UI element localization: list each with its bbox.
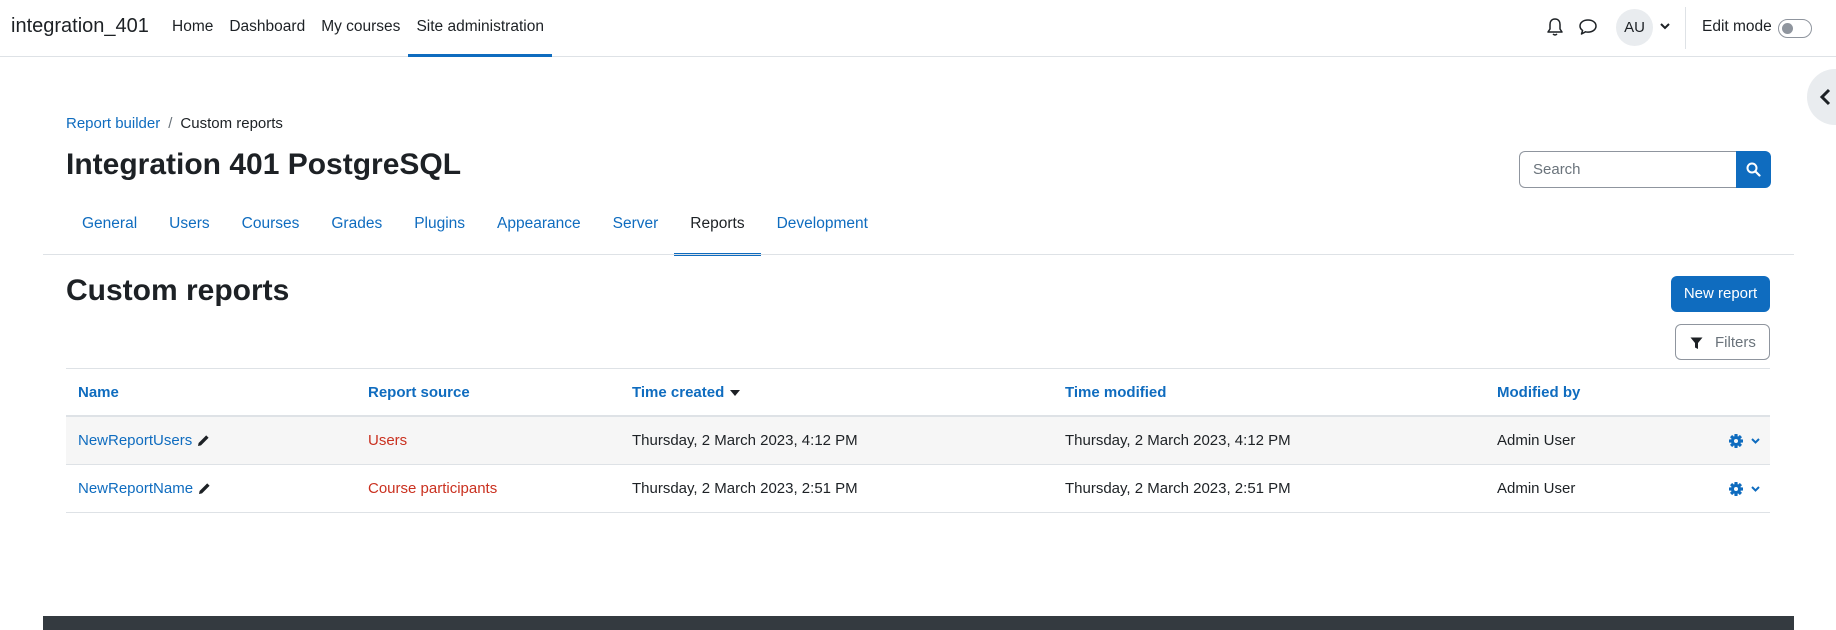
custom-reports-table: Name Report source Time created Time mod… <box>66 368 1770 513</box>
tab-plugins[interactable]: Plugins <box>398 205 481 256</box>
admin-search <box>1519 151 1771 188</box>
time-created-cell: Thursday, 2 March 2023, 4:12 PM <box>632 432 858 449</box>
report-name-cell: NewReportName <box>78 480 211 497</box>
breadcrumb: Report builder / Custom reports <box>66 115 283 132</box>
time-modified-cell: Thursday, 2 March 2023, 4:12 PM <box>1065 432 1291 449</box>
tab-general[interactable]: General <box>66 205 153 256</box>
filters-label: Filters <box>1715 334 1756 351</box>
nav-site-administration[interactable]: Site administration <box>408 0 552 57</box>
search-button[interactable] <box>1736 151 1771 188</box>
filter-icon <box>1690 337 1703 349</box>
report-name-link[interactable]: NewReportUsers <box>78 432 192 449</box>
chevron-left-icon <box>1819 88 1831 106</box>
user-avatar[interactable]: AU <box>1616 9 1653 46</box>
header-time-modified[interactable]: Time modified <box>1065 384 1166 401</box>
table-row: NewReportUsers Users Thursday, 2 March 2… <box>66 417 1770 465</box>
gear-icon[interactable] <box>1728 432 1762 450</box>
header-modified-by[interactable]: Modified by <box>1497 384 1580 401</box>
navbar-divider <box>1685 7 1686 49</box>
tab-users[interactable]: Users <box>153 205 225 256</box>
pencil-icon[interactable] <box>198 482 211 495</box>
sort-desc-icon <box>730 390 741 397</box>
table-header: Name Report source Time created Time mod… <box>66 368 1770 417</box>
toggle-knob <box>1782 23 1793 34</box>
filters-button[interactable]: Filters <box>1675 324 1770 360</box>
time-modified-cell: Thursday, 2 March 2023, 2:51 PM <box>1065 480 1291 497</box>
tab-grades[interactable]: Grades <box>315 205 398 256</box>
tabs-divider <box>43 254 1794 255</box>
nav-home[interactable]: Home <box>164 0 221 57</box>
edit-mode-toggle[interactable] <box>1778 19 1812 38</box>
breadcrumb-current: Custom reports <box>180 115 283 132</box>
header-name[interactable]: Name <box>78 384 119 401</box>
table-row: NewReportName Course participants Thursd… <box>66 465 1770 513</box>
nav-my-courses[interactable]: My courses <box>313 0 408 57</box>
header-report-source[interactable]: Report source <box>368 384 470 401</box>
edit-mode-label: Edit mode <box>1702 18 1772 35</box>
page-footer <box>43 616 1794 630</box>
tab-courses[interactable]: Courses <box>226 205 316 256</box>
top-navbar: integration_401 Home Dashboard My course… <box>0 0 1836 57</box>
tab-development[interactable]: Development <box>761 205 884 256</box>
header-time-created-label: Time created <box>632 384 725 401</box>
report-name-cell: NewReportUsers <box>78 432 210 449</box>
pencil-icon[interactable] <box>197 434 210 447</box>
modified-by-cell: Admin User <box>1497 480 1576 497</box>
time-created-cell: Thursday, 2 March 2023, 2:51 PM <box>632 480 858 497</box>
page-title: Integration 401 PostgreSQL <box>66 148 462 181</box>
admin-tabs: General Users Courses Grades Plugins App… <box>66 205 884 256</box>
breadcrumb-separator: / <box>168 115 173 132</box>
tab-reports[interactable]: Reports <box>674 205 761 256</box>
section-title: Custom reports <box>66 274 290 307</box>
nav-dashboard[interactable]: Dashboard <box>221 0 313 57</box>
modified-by-cell: Admin User <box>1497 432 1576 449</box>
gear-icon[interactable] <box>1728 480 1762 498</box>
tab-appearance[interactable]: Appearance <box>481 205 597 256</box>
bell-icon[interactable] <box>1546 17 1564 37</box>
primary-navigation: Home Dashboard My courses Site administr… <box>164 0 552 57</box>
site-name[interactable]: integration_401 <box>11 15 149 38</box>
breadcrumb-report-builder[interactable]: Report builder <box>66 115 160 132</box>
tab-server[interactable]: Server <box>597 205 675 256</box>
report-source-cell: Course participants <box>368 480 498 497</box>
search-input[interactable] <box>1519 151 1737 188</box>
header-time-created[interactable]: Time created <box>632 384 741 401</box>
open-drawer-button[interactable] <box>1807 69 1836 125</box>
chat-icon[interactable] <box>1578 18 1598 36</box>
search-icon <box>1746 162 1761 177</box>
chevron-down-icon[interactable] <box>1659 20 1671 32</box>
report-name-link[interactable]: NewReportName <box>78 480 193 497</box>
report-source-cell: Users <box>368 432 408 449</box>
new-report-button[interactable]: New report <box>1671 276 1770 312</box>
